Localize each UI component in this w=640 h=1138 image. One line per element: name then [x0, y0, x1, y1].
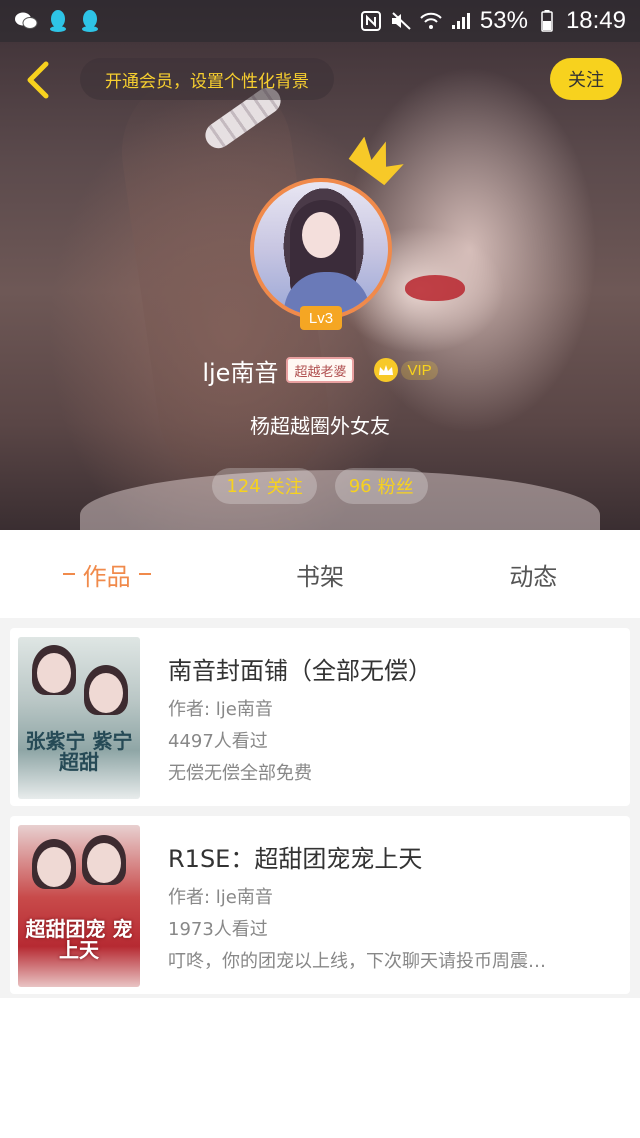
book-title: R1SE：超甜团宠宠上天 — [168, 845, 423, 873]
tab-activity[interactable]: 动态 — [427, 530, 640, 618]
profile-tabs: 作品 书架 动态 — [0, 530, 640, 618]
fans-count: 96 — [348, 475, 372, 497]
nfc-icon — [360, 10, 382, 32]
tab-active-indicator — [138, 573, 151, 575]
book-cover: 张紫宁 紫宁超甜 — [18, 637, 140, 799]
avatar[interactable] — [250, 178, 392, 320]
following-count: 124 — [226, 475, 261, 497]
battery-icon — [536, 10, 558, 32]
signal-icon — [450, 10, 472, 32]
book-views: 1973人看过 — [168, 919, 268, 940]
book-cover-text: 张紫宁 紫宁超甜 — [25, 729, 133, 774]
book-cover: 超甜团宠 宠上天 — [18, 825, 140, 987]
vip-label: VIP — [401, 360, 438, 380]
tab-bookshelf[interactable]: 书架 — [213, 530, 426, 618]
profile-signature: 杨超越圈外女友 — [250, 414, 390, 438]
following-count-button[interactable]: 124 关注 — [212, 468, 317, 504]
book-cover-text: 超甜团宠 宠上天 — [25, 917, 133, 962]
wifi-icon — [420, 10, 442, 32]
profile-stats: 124 关注 96 粉丝 — [0, 468, 640, 504]
level-badge: Lv3 — [300, 306, 342, 330]
tab-label: 书架 — [295, 562, 344, 591]
title-badge: 超越老婆 — [286, 357, 355, 383]
list-item[interactable]: 超甜团宠 宠上天 R1SE：超甜团宠宠上天 作者: lje南音 1973人看过 … — [10, 816, 630, 994]
book-author: 作者: lje南音 — [168, 699, 273, 720]
back-button[interactable] — [16, 58, 60, 102]
background-lips — [405, 275, 465, 301]
works-list: 张紫宁 紫宁超甜 南音封面铺（全部无偿） 作者: lje南音 4497人看过 无… — [0, 618, 640, 998]
crown-icon — [374, 358, 399, 382]
fans-label: 粉丝 — [377, 477, 414, 498]
vip-badge[interactable]: VIP — [374, 357, 438, 383]
tab-label: 动态 — [509, 562, 558, 591]
tab-label: 作品 — [82, 562, 131, 591]
book-views: 4497人看过 — [168, 731, 268, 752]
crown-icon — [348, 137, 404, 186]
book-description: 叮咚，你的团宠以上线，下次聊天请投币周震… — [168, 951, 546, 972]
mute-icon — [390, 10, 412, 32]
tab-works[interactable]: 作品 — [0, 530, 213, 618]
clock: 18:49 — [565, 7, 626, 34]
following-label: 关注 — [266, 477, 303, 498]
wechat-icon — [14, 9, 38, 33]
vip-background-banner[interactable]: 开通会员，设置个性化背景 — [80, 58, 334, 100]
list-item[interactable]: 张紫宁 紫宁超甜 南音封面铺（全部无偿） 作者: lje南音 4497人看过 无… — [10, 628, 630, 806]
name-row: lje南音 超越老婆 VIP — [0, 350, 640, 390]
follow-button[interactable]: 关注 — [550, 58, 622, 100]
book-description: 无偿无偿全部免费 — [168, 763, 312, 784]
book-author: 作者: lje南音 — [168, 887, 273, 908]
fans-count-button[interactable]: 96 粉丝 — [334, 468, 428, 504]
tab-active-indicator — [62, 573, 75, 575]
status-bar: 53% 18:49 — [0, 0, 640, 42]
book-title: 南音封面铺（全部无偿） — [168, 657, 432, 685]
username: lje南音 — [202, 358, 279, 387]
qq-icon — [46, 9, 70, 33]
qq-icon — [78, 9, 102, 33]
battery-percent: 53% — [479, 7, 528, 34]
chevron-left-icon — [27, 61, 49, 99]
